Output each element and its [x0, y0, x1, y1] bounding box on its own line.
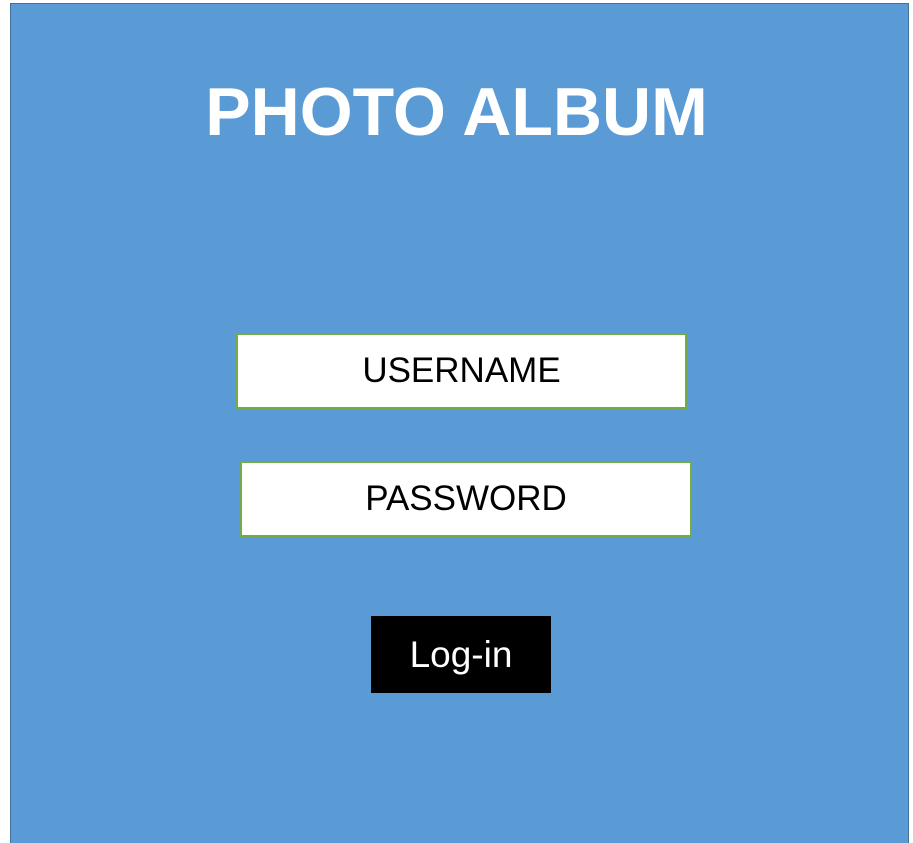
page-title: PHOTO ALBUM — [205, 74, 708, 150]
password-placeholder: PASSWORD — [365, 479, 567, 518]
username-field[interactable]: USERNAME — [236, 333, 687, 409]
password-field[interactable]: PASSWORD — [240, 461, 692, 537]
username-placeholder: USERNAME — [362, 351, 561, 390]
login-button-label: Log-in — [409, 633, 513, 675]
login-button[interactable]: Log-in — [371, 616, 551, 693]
